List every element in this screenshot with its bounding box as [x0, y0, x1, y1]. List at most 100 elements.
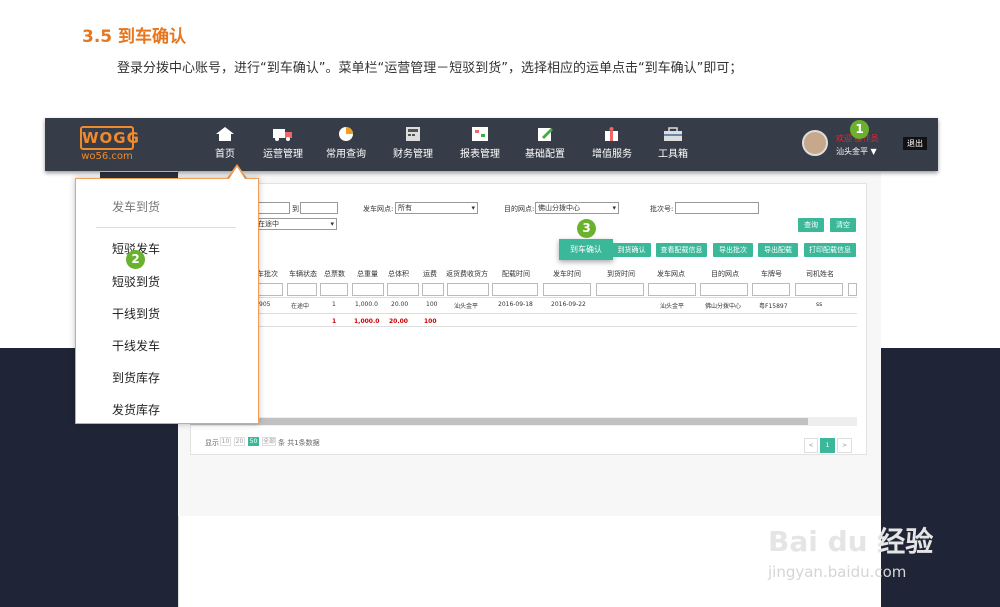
col-header[interactable]: 发车时间 [553, 269, 581, 279]
col-header[interactable]: 配载时间 [502, 269, 530, 279]
page-size-50[interactable]: 50 [248, 437, 259, 446]
table-cell: 粤F15897 [759, 303, 788, 310]
column-filter[interactable] [795, 283, 843, 296]
menu-item-short-arrival[interactable]: 短驳到货 [112, 273, 160, 290]
user-name-dropdown[interactable]: 汕头金平 ▼ [836, 146, 877, 157]
step-badge-1: 1 [850, 120, 869, 139]
nav-base-config[interactable]: 基础配置 [515, 126, 575, 160]
query-button[interactable]: 查询 [798, 218, 824, 232]
dest-point-select[interactable]: 佛山分拨中心 [535, 202, 619, 214]
table-cell: 100 [426, 301, 438, 308]
date-from-input[interactable] [255, 202, 290, 214]
export-load-button[interactable]: 导出配载 [758, 243, 798, 257]
clear-button[interactable]: 清空 [830, 218, 856, 232]
col-header[interactable]: 目的网点 [711, 269, 739, 279]
batch-input[interactable] [675, 202, 759, 214]
logo[interactable]: WOGG wo56.com [80, 126, 139, 162]
export-batch-button[interactable]: 导出批次 [713, 243, 753, 257]
nav-label: 运营管理 [263, 149, 303, 160]
prev-page-button[interactable]: < [804, 438, 818, 453]
column-filter[interactable] [492, 283, 538, 296]
toolbox-icon [664, 127, 682, 141]
total-cell: 20.00 [389, 318, 408, 325]
page-size-20[interactable]: 20 [234, 437, 245, 446]
col-header[interactable]: 到货时间 [607, 269, 635, 279]
column-filter[interactable] [700, 283, 748, 296]
calculator-icon [406, 127, 420, 141]
column-filter[interactable] [447, 283, 489, 296]
print-load-button[interactable]: 打印配载信息 [804, 243, 856, 257]
page-size-all[interactable]: 全部 [262, 437, 276, 446]
col-header[interactable]: 发车网点 [657, 269, 685, 279]
watermark-url: jingyan.baidu.com [768, 563, 907, 581]
column-filter[interactable] [848, 283, 857, 296]
nav-value-added[interactable]: 增值服务 [582, 126, 642, 160]
step-badge-2: 2 [126, 250, 145, 269]
menu-item-dispatch-stock[interactable]: 发货库存 [112, 401, 160, 418]
col-header[interactable]: 运费 [423, 269, 437, 279]
table-cell: 在途中 [291, 303, 310, 310]
table-cell: 2016-09-22 [551, 301, 586, 308]
table-cell: 1,000.0 [355, 301, 378, 308]
col-header[interactable]: 车辆状态 [289, 269, 317, 279]
menu-item-trunk-arrival[interactable]: 干线到货 [112, 305, 160, 322]
to-label: 到 [292, 205, 299, 213]
column-filter[interactable] [352, 283, 384, 296]
nav-label: 首页 [215, 149, 235, 160]
column-filter[interactable] [648, 283, 696, 296]
avatar [802, 130, 828, 156]
submenu-divider [96, 227, 236, 228]
column-filter[interactable] [596, 283, 644, 296]
user-avatar[interactable] [802, 130, 828, 156]
chevron-down-icon: ▼ [870, 147, 877, 156]
nav-common-query[interactable]: 常用查询 [316, 126, 376, 160]
col-header[interactable]: 司机姓名 [806, 269, 834, 279]
nav-operations[interactable]: 运营管理 [253, 126, 313, 160]
dispatch-point-select[interactable]: 所有 [395, 202, 478, 214]
user-name: 汕头金平 [836, 147, 868, 156]
arrival-confirm-button[interactable]: 到车确认 [559, 239, 613, 260]
row-divider [190, 313, 857, 314]
table-cell: 20.00 [391, 301, 409, 308]
total-cell: 1 [332, 318, 337, 325]
page-size-10[interactable]: 10 [220, 437, 231, 446]
column-filter[interactable] [422, 283, 444, 296]
col-header[interactable]: 返货费收货方 [446, 269, 488, 279]
nav-finance[interactable]: 财务管理 [383, 126, 443, 160]
table-cell: 汕头金平 [660, 303, 685, 310]
date-to-input[interactable] [300, 202, 338, 214]
status-select[interactable]: 在途中 [255, 218, 337, 230]
nav-label: 基础配置 [525, 149, 565, 160]
table-cell: 佛山分拨中心 [705, 303, 742, 310]
column-filter[interactable] [387, 283, 419, 296]
pie-chart-icon [339, 127, 353, 141]
col-header[interactable]: 车批次 [257, 269, 278, 279]
col-header[interactable]: 总重量 [357, 269, 378, 279]
view-load-button[interactable]: 查看配载信息 [656, 243, 707, 257]
column-filter[interactable] [752, 283, 790, 296]
scrollbar-thumb[interactable] [190, 418, 808, 425]
nav-reports[interactable]: 报表管理 [450, 126, 510, 160]
submenu-title: 发车到货 [112, 200, 161, 214]
nav-label: 增值服务 [592, 149, 632, 160]
nav-label: 工具箱 [658, 149, 688, 160]
nav-home[interactable]: 首页 [195, 126, 255, 160]
nav-label: 财务管理 [393, 149, 433, 160]
goods-confirm-button[interactable]: 到货确认 [612, 243, 651, 257]
nav-toolbox[interactable]: 工具箱 [643, 126, 703, 160]
column-filter[interactable] [320, 283, 348, 296]
menu-item-trunk-dispatch[interactable]: 干线发车 [112, 337, 160, 354]
col-header[interactable]: 总票数 [324, 269, 345, 279]
col-header[interactable]: 车牌号 [761, 269, 782, 279]
total-cell: 100 [424, 318, 437, 325]
col-header[interactable]: 总体积 [388, 269, 409, 279]
truck-icon [273, 129, 292, 141]
column-filter[interactable] [543, 283, 591, 296]
column-filter[interactable] [287, 283, 317, 296]
page-1-button[interactable]: 1 [820, 438, 835, 453]
menu-item-arrival-stock[interactable]: 到货库存 [112, 369, 160, 386]
column-filter[interactable] [255, 283, 283, 296]
logout-button[interactable]: 退出 [903, 137, 927, 150]
next-page-button[interactable]: > [837, 438, 852, 453]
logo-mark: WOGG [80, 126, 139, 150]
